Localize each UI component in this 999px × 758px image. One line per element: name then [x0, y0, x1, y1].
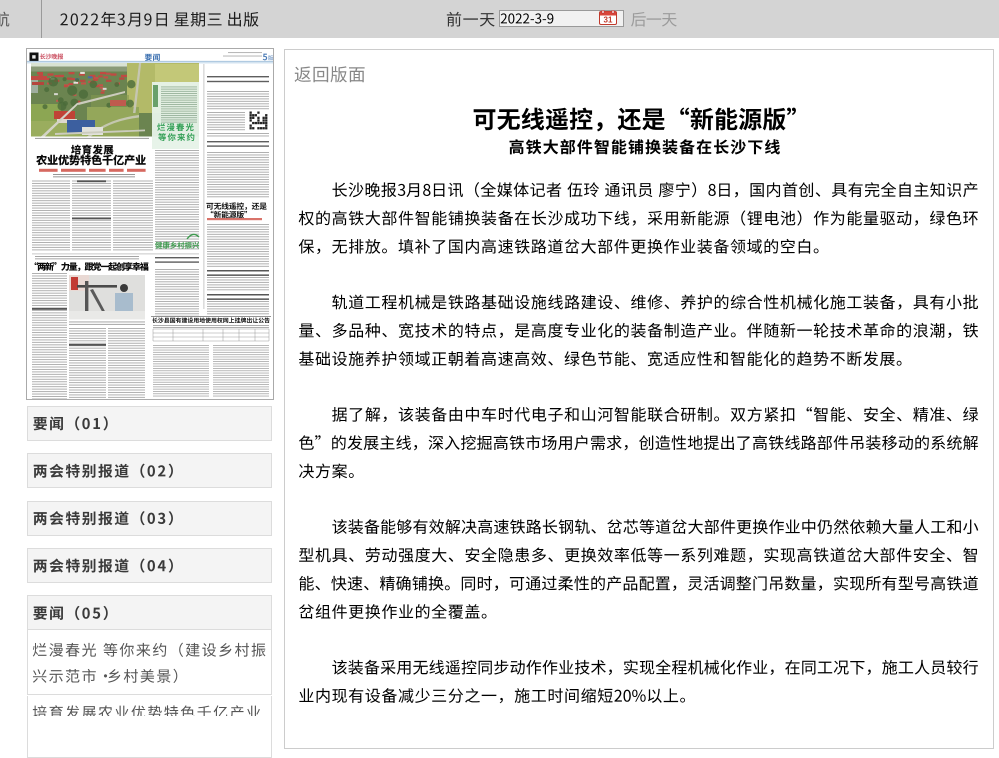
svg-text:31: 31 [604, 16, 613, 25]
